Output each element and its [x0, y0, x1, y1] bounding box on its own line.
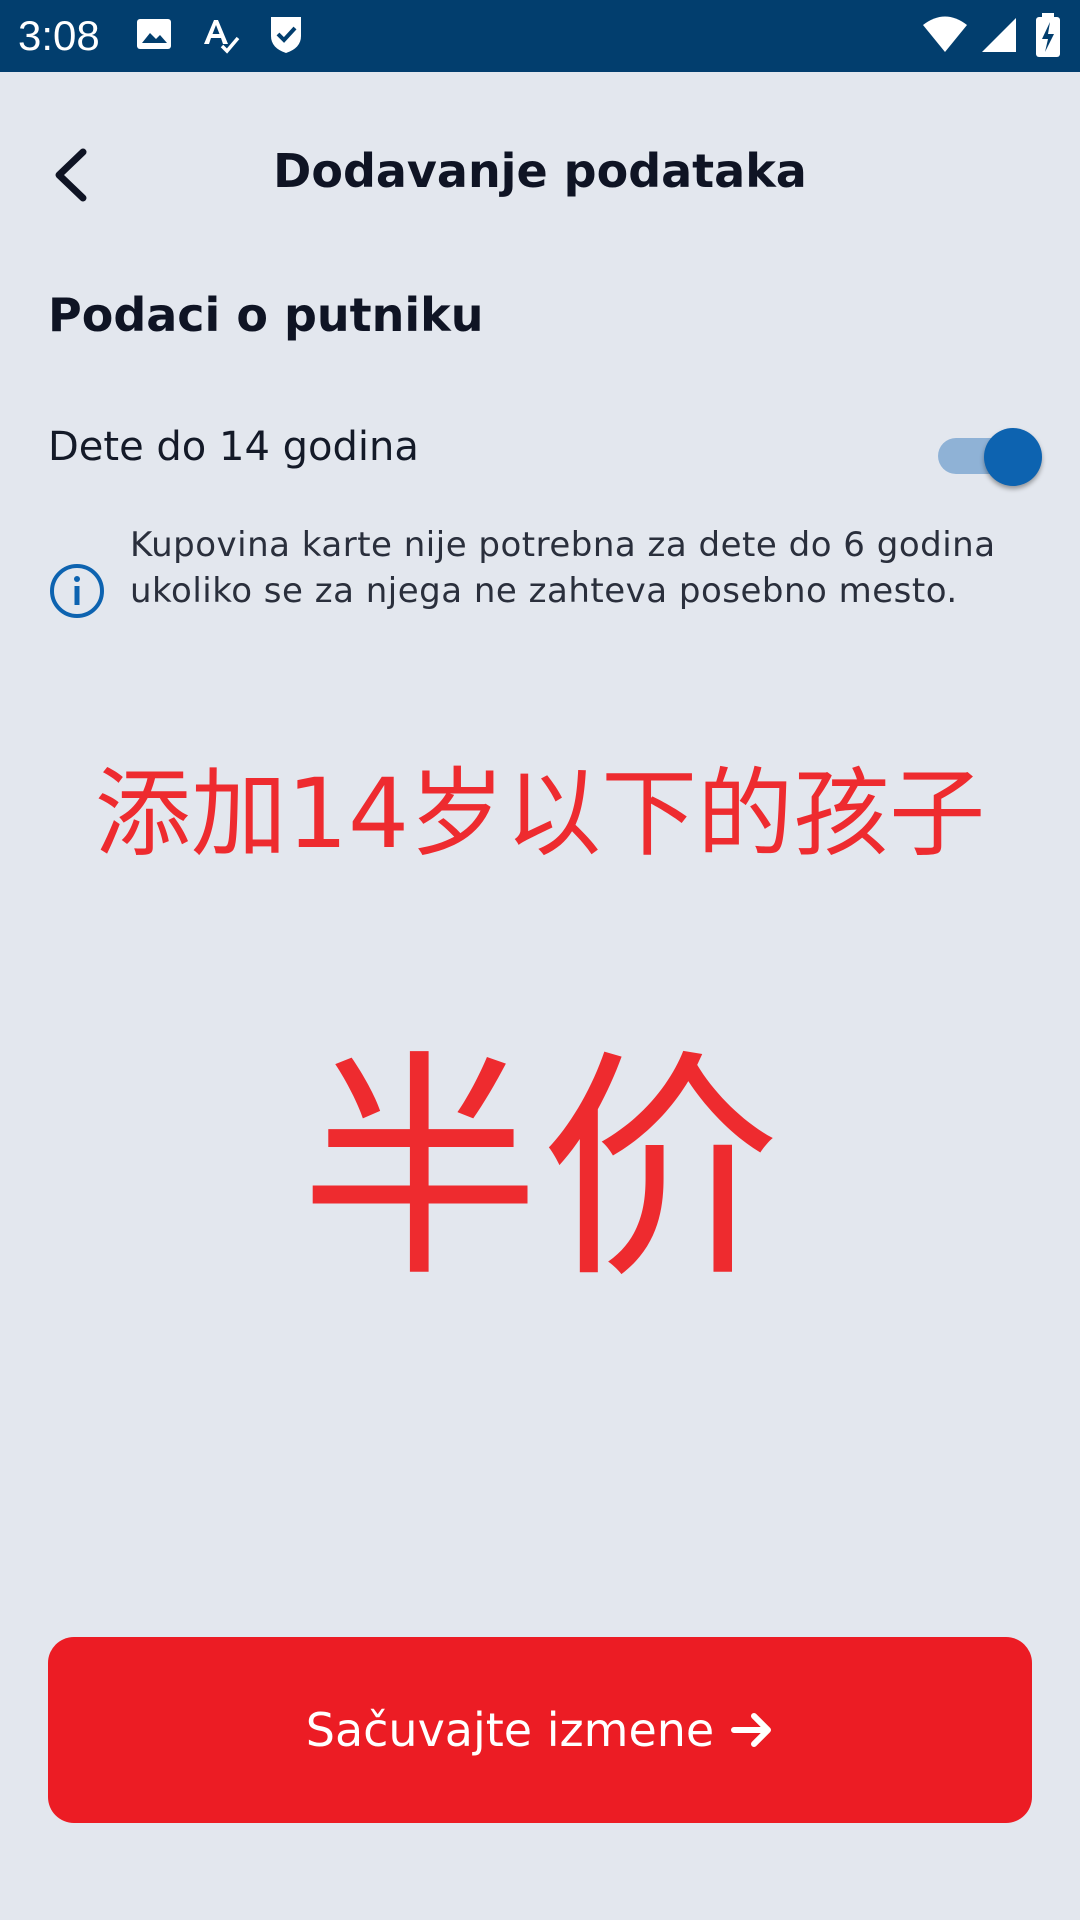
image-icon — [137, 19, 171, 49]
save-button[interactable]: Sačuvajte izmene — [48, 1637, 1032, 1823]
battery-charging-icon — [1036, 13, 1060, 57]
arrow-right-icon — [731, 1713, 772, 1747]
switch-thumb — [984, 428, 1042, 486]
child-toggle-label: Dete do 14 godina — [48, 424, 419, 470]
status-bar: 3:08 — [0, 0, 1080, 72]
save-button-label: Sačuvajte izmene — [305, 1703, 715, 1757]
info-icon — [50, 564, 104, 618]
info-note: Kupovina karte nije potrebna za dete do … — [48, 522, 1038, 662]
status-time: 3:08 — [18, 12, 100, 59]
signal-icon — [982, 18, 1016, 52]
page-title: Dodavanje podataka — [273, 144, 807, 198]
child-toggle-row: Dete do 14 godina — [48, 410, 1042, 500]
shield-check-icon — [271, 17, 301, 53]
text-check-icon — [204, 20, 240, 54]
wifi-icon — [923, 16, 967, 52]
section-title: Podaci o putniku — [48, 288, 484, 342]
promo-annotation: 添加14岁以下的孩子 — [94, 758, 986, 870]
header: Dodavanje podataka — [0, 120, 1080, 230]
promo-half-price: 半价 — [299, 1030, 780, 1310]
info-text: Kupovina karte nije potrebna za dete do … — [130, 525, 996, 611]
child-toggle-switch[interactable] — [928, 428, 1042, 486]
